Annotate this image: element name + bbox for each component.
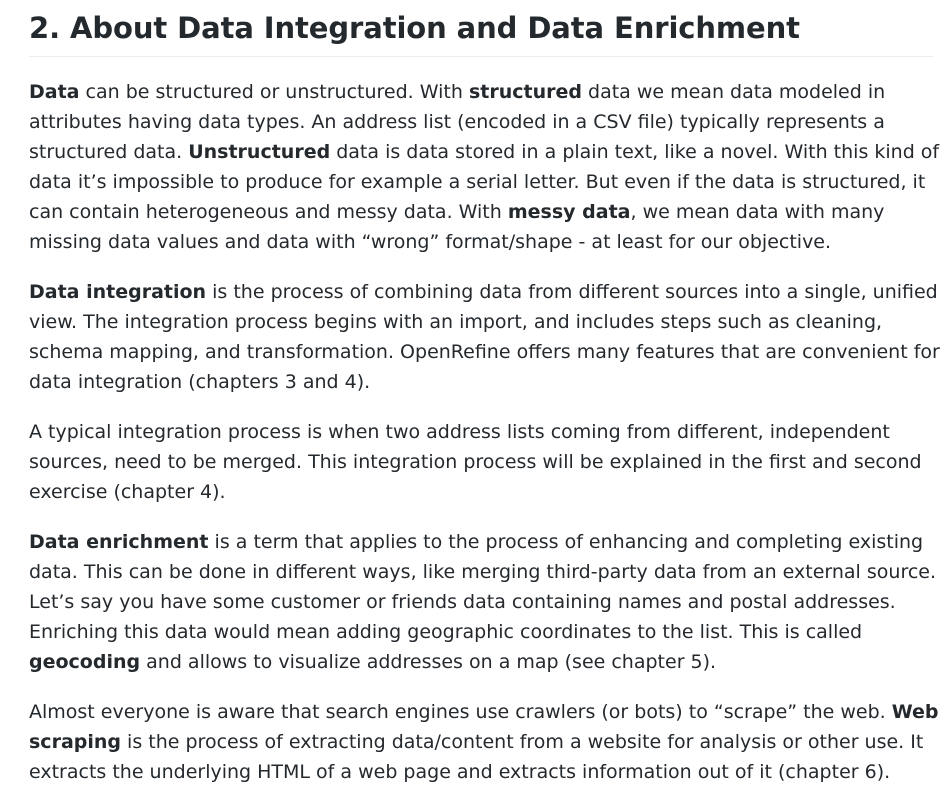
paragraph-web-scraping: Almost everyone is aware that search eng… (29, 697, 941, 787)
section-heading: 2. About Data Integration and Data Enric… (29, 0, 933, 57)
text-span: can be structured or unstructured. With (79, 81, 469, 103)
term-messy-data: messy data (507, 201, 631, 223)
term-data-enrichment: Data enrichment (29, 531, 209, 553)
term-unstructured: Unstructured (188, 141, 331, 163)
paragraph-integration-example: A typical integration process is when tw… (29, 417, 941, 507)
text-span: Almost everyone is aware that search eng… (29, 701, 892, 723)
text-span: is the process of extracting data/conten… (29, 731, 924, 783)
paragraph-data-enrichment: Data enrichment is a term that applies t… (29, 527, 941, 677)
term-data-integration: Data integration (29, 281, 207, 303)
text-span: A typical integration process is when tw… (29, 421, 922, 503)
paragraph-data-integration: Data integration is the process of combi… (29, 277, 941, 397)
text-span: and allows to visualize addresses on a m… (140, 651, 717, 673)
document-page: 2. About Data Integration and Data Enric… (0, 0, 951, 811)
term-structured: structured (468, 81, 582, 103)
term-data: Data (29, 81, 80, 103)
paragraph-data-types: Data can be structured or unstructured. … (29, 77, 941, 257)
term-geocoding: geocoding (29, 651, 141, 673)
